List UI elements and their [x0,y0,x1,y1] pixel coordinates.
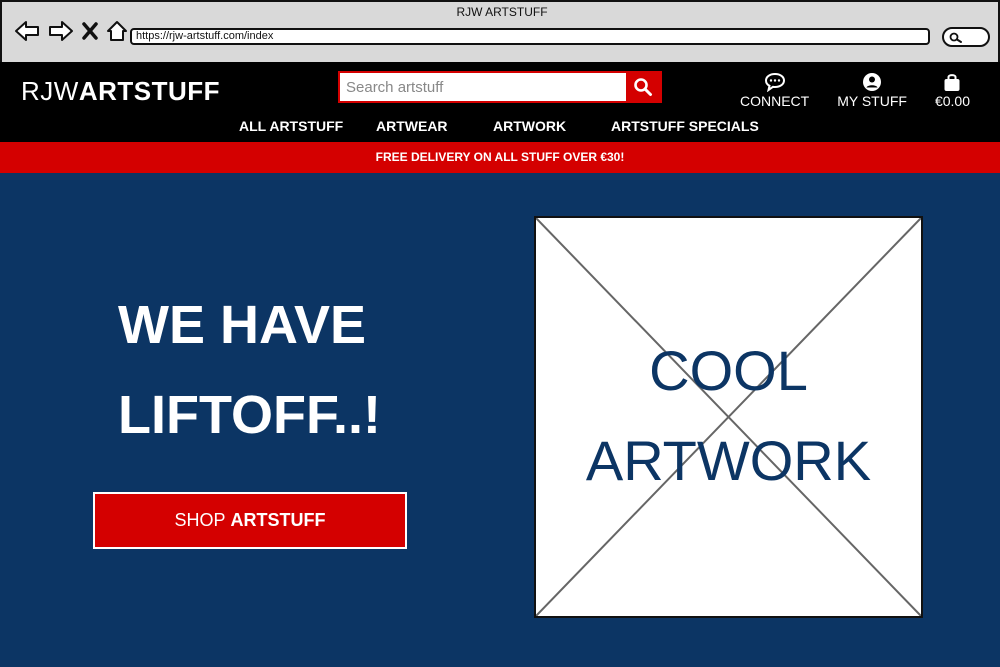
hero-heading: WE HAVE LIFTOFF..! [118,280,381,460]
search-button[interactable] [626,73,660,101]
site-header: RJWARTSTUFF CONNECT MY STUFF €0.00 ALL A… [0,62,1000,142]
back-arrow-icon[interactable] [14,20,40,42]
main-nav: ALL ARTSTUFF ARTWEAR ARTWORK ARTSTUFF SP… [0,118,1000,140]
nav-artwear[interactable]: ARTWEAR [376,118,448,134]
browser-search-button[interactable] [942,27,990,47]
my-stuff-link[interactable]: MY STUFF [837,72,907,109]
delivery-banner: FREE DELIVERY ON ALL STUFF OVER €30! [0,142,1000,173]
header-actions: CONNECT MY STUFF €0.00 [740,72,970,109]
artwork-image-placeholder: COOL ARTWORK [534,216,923,618]
nav-all-artstuff[interactable]: ALL ARTSTUFF [239,118,343,134]
search-icon [634,78,652,96]
logo-text-artstuff: ARTSTUFF [78,76,221,106]
basket-total: €0.00 [934,93,970,109]
shop-artstuff-button[interactable]: SHOP ARTSTUFF [93,492,407,549]
home-icon[interactable] [106,20,128,42]
user-icon [863,73,882,91]
forward-arrow-icon[interactable] [48,20,74,42]
nav-artstuff-specials[interactable]: ARTSTUFF SPECIALS [611,118,759,134]
nav-artwork[interactable]: ARTWORK [493,118,566,134]
artwork-caption-line1: COOL [649,339,808,402]
site-search [338,71,662,103]
logo-text-rjw: RJW [21,76,79,106]
shop-button-label-2: ARTSTUFF [230,510,326,530]
shop-button-label-1: SHOP [174,510,226,530]
browser-window: RJW ARTSTUFF https://rjw-artstuff.com/in… [0,0,1000,62]
my-stuff-label: MY STUFF [837,93,907,109]
close-icon[interactable] [82,22,98,40]
browser-nav-buttons [14,20,128,42]
basket-link[interactable]: €0.00 [935,72,970,109]
artwork-caption: COOL ARTWORK [536,326,921,506]
hero-heading-line2: LIFTOFF..! [118,385,381,445]
address-bar[interactable]: https://rjw-artstuff.com/index [130,28,930,45]
hero-heading-line1: WE HAVE [118,295,367,355]
site-logo[interactable]: RJWARTSTUFF [21,76,220,107]
chat-icon [764,72,785,92]
search-input[interactable] [340,73,628,101]
connect-link[interactable]: CONNECT [740,72,809,109]
shopping-bag-icon [944,74,960,91]
search-icon [949,32,962,43]
window-title: RJW ARTSTUFF [456,5,548,19]
connect-label: CONNECT [739,93,810,109]
artwork-caption-line2: ARTWORK [585,429,872,492]
